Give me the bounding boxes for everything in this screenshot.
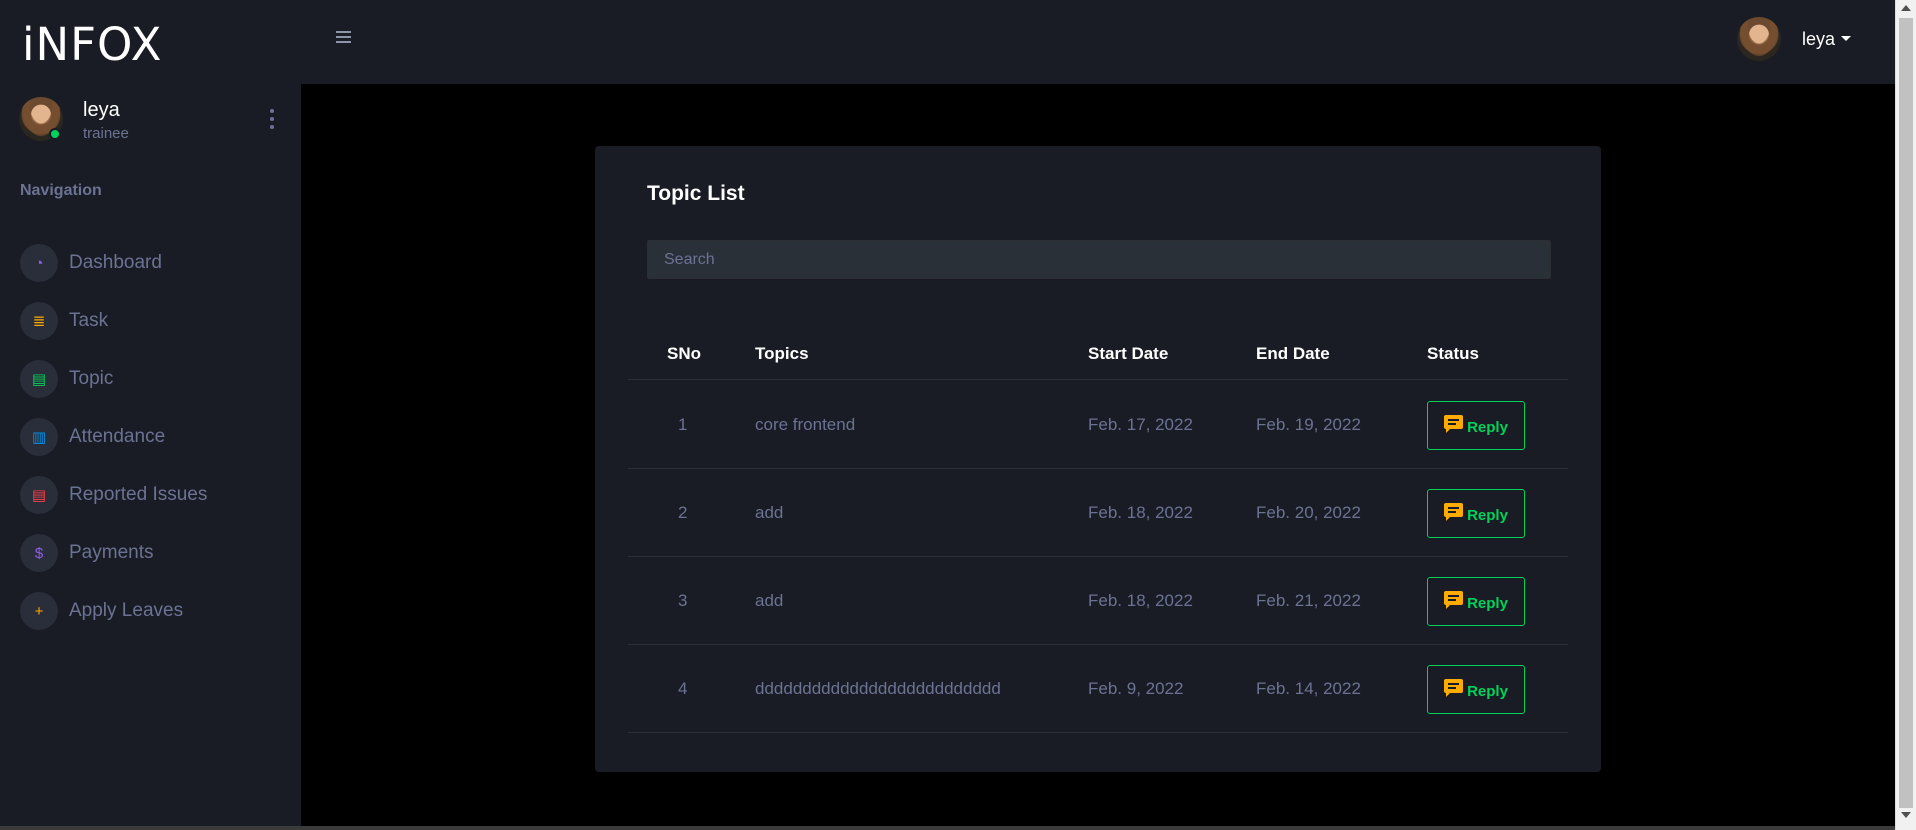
message-icon (1444, 678, 1464, 697)
search-input[interactable] (647, 240, 1551, 279)
table-header: SNo Topics Start Date End Date Status (628, 328, 1568, 380)
money-icon: $ (20, 534, 58, 572)
sidebar-profile: leya trainee (19, 97, 289, 145)
reply-button-label: Reply (1467, 595, 1508, 612)
sidebar-item-label: Attendance (69, 426, 166, 447)
cell-end-date: Feb. 19, 2022 (1256, 415, 1361, 434)
cell-sno: 2 (678, 503, 688, 522)
sidebar-item-attendance[interactable]: ▥ Attendance (20, 408, 290, 466)
clipboard-icon: ▤ (20, 360, 58, 398)
cell-topic: dddddddddddddddddddddddddd (755, 679, 1001, 698)
scrollbar-thumb[interactable] (1899, 18, 1913, 808)
cell-start-date: Feb. 17, 2022 (1088, 415, 1193, 434)
reply-button[interactable]: Reply (1427, 665, 1525, 714)
page-scrollbar[interactable] (1895, 0, 1916, 830)
topic-list-card: Topic List SNo Topics Start Date End Dat… (595, 146, 1601, 772)
sidebar-item-label: Payments (69, 542, 154, 563)
cell-start-date: Feb. 9, 2022 (1088, 679, 1184, 698)
table-row: 2 add Feb. 18, 2022 Feb. 20, 2022 Reply (628, 469, 1568, 557)
reply-button[interactable]: Reply (1427, 489, 1525, 538)
message-icon (1444, 502, 1464, 521)
cell-topic: add (755, 591, 784, 610)
avatar[interactable] (1737, 17, 1781, 61)
cell-sno: 3 (678, 591, 688, 610)
sidebar-nav: ◔ Dashboard ≣ Task ▤ Topic ▥ Attendance … (20, 234, 290, 640)
cell-end-date: Feb. 20, 2022 (1256, 503, 1361, 522)
sidebar-item-label: Dashboard (69, 252, 162, 273)
list-lines-icon: ≣ (20, 302, 58, 340)
reply-button-label: Reply (1467, 683, 1508, 700)
bar-chart-icon: ▥ (20, 418, 58, 456)
cell-topic: core frontend (755, 415, 856, 434)
column-header-topics: Topics (755, 344, 809, 363)
reply-button[interactable]: Reply (1427, 577, 1525, 626)
column-header-sno: SNo (667, 344, 701, 363)
column-header-status: Status (1427, 344, 1479, 363)
table-body: 1 core frontend Feb. 17, 2022 Feb. 19, 2… (628, 381, 1568, 733)
card-title: Topic List (647, 182, 745, 205)
more-options-icon[interactable] (262, 107, 282, 131)
cell-end-date: Feb. 14, 2022 (1256, 679, 1361, 698)
scroll-down-arrow-icon[interactable] (1901, 812, 1911, 818)
sidebar-item-reported-issues[interactable]: ▤ Reported Issues (20, 466, 290, 524)
bottom-divider (0, 826, 1895, 830)
cell-start-date: Feb. 18, 2022 (1088, 503, 1193, 522)
message-icon (1444, 590, 1464, 609)
user-menu-label[interactable]: leya (1802, 29, 1835, 50)
sidebar-item-task[interactable]: ≣ Task (20, 292, 290, 350)
sidebar-item-topic[interactable]: ▤ Topic (20, 350, 290, 408)
sidebar-item-label: Task (69, 310, 109, 331)
profile-name: leya (83, 99, 120, 121)
sidebar-item-dashboard[interactable]: ◔ Dashboard (20, 234, 290, 292)
cell-end-date: Feb. 21, 2022 (1256, 591, 1361, 610)
scroll-up-arrow-icon[interactable] (1901, 5, 1911, 11)
table-row: 4 dddddddddddddddddddddddddd Feb. 9, 202… (628, 645, 1568, 733)
nav-heading: Navigation (20, 182, 102, 199)
message-icon (1444, 414, 1464, 433)
hamburger-menu-icon[interactable] (336, 31, 351, 43)
column-header-start-date: Start Date (1088, 344, 1169, 363)
sidebar-item-label: Topic (69, 368, 114, 389)
brand-logo[interactable]: iNFOX (22, 18, 162, 71)
chevron-down-icon[interactable] (1841, 36, 1851, 41)
online-status-dot (49, 128, 61, 140)
cell-sno: 1 (678, 415, 688, 434)
sidebar-item-apply-leaves[interactable]: + Apply Leaves (20, 582, 290, 640)
topbar: leya (301, 0, 1895, 84)
message-plus-icon: + (20, 592, 58, 630)
table-row: 3 add Feb. 18, 2022 Feb. 21, 2022 Reply (628, 557, 1568, 645)
cell-sno: 4 (678, 679, 688, 698)
column-header-end-date: End Date (1256, 344, 1330, 363)
sidebar-item-payments[interactable]: $ Payments (20, 524, 290, 582)
profile-role: trainee (83, 125, 129, 142)
sidebar-item-label: Apply Leaves (69, 600, 184, 621)
sidebar-item-label: Reported Issues (69, 484, 208, 505)
speedometer-icon: ◔ (20, 244, 58, 282)
reply-button-label: Reply (1467, 507, 1508, 524)
cell-topic: add (755, 503, 784, 522)
reply-button-label: Reply (1467, 419, 1508, 436)
cell-start-date: Feb. 18, 2022 (1088, 591, 1193, 610)
document-icon: ▤ (20, 476, 58, 514)
sidebar: iNFOX leya trainee Navigation ◔ Dashboar… (0, 0, 301, 830)
reply-button[interactable]: Reply (1427, 401, 1525, 450)
table-row: 1 core frontend Feb. 17, 2022 Feb. 19, 2… (628, 381, 1568, 469)
